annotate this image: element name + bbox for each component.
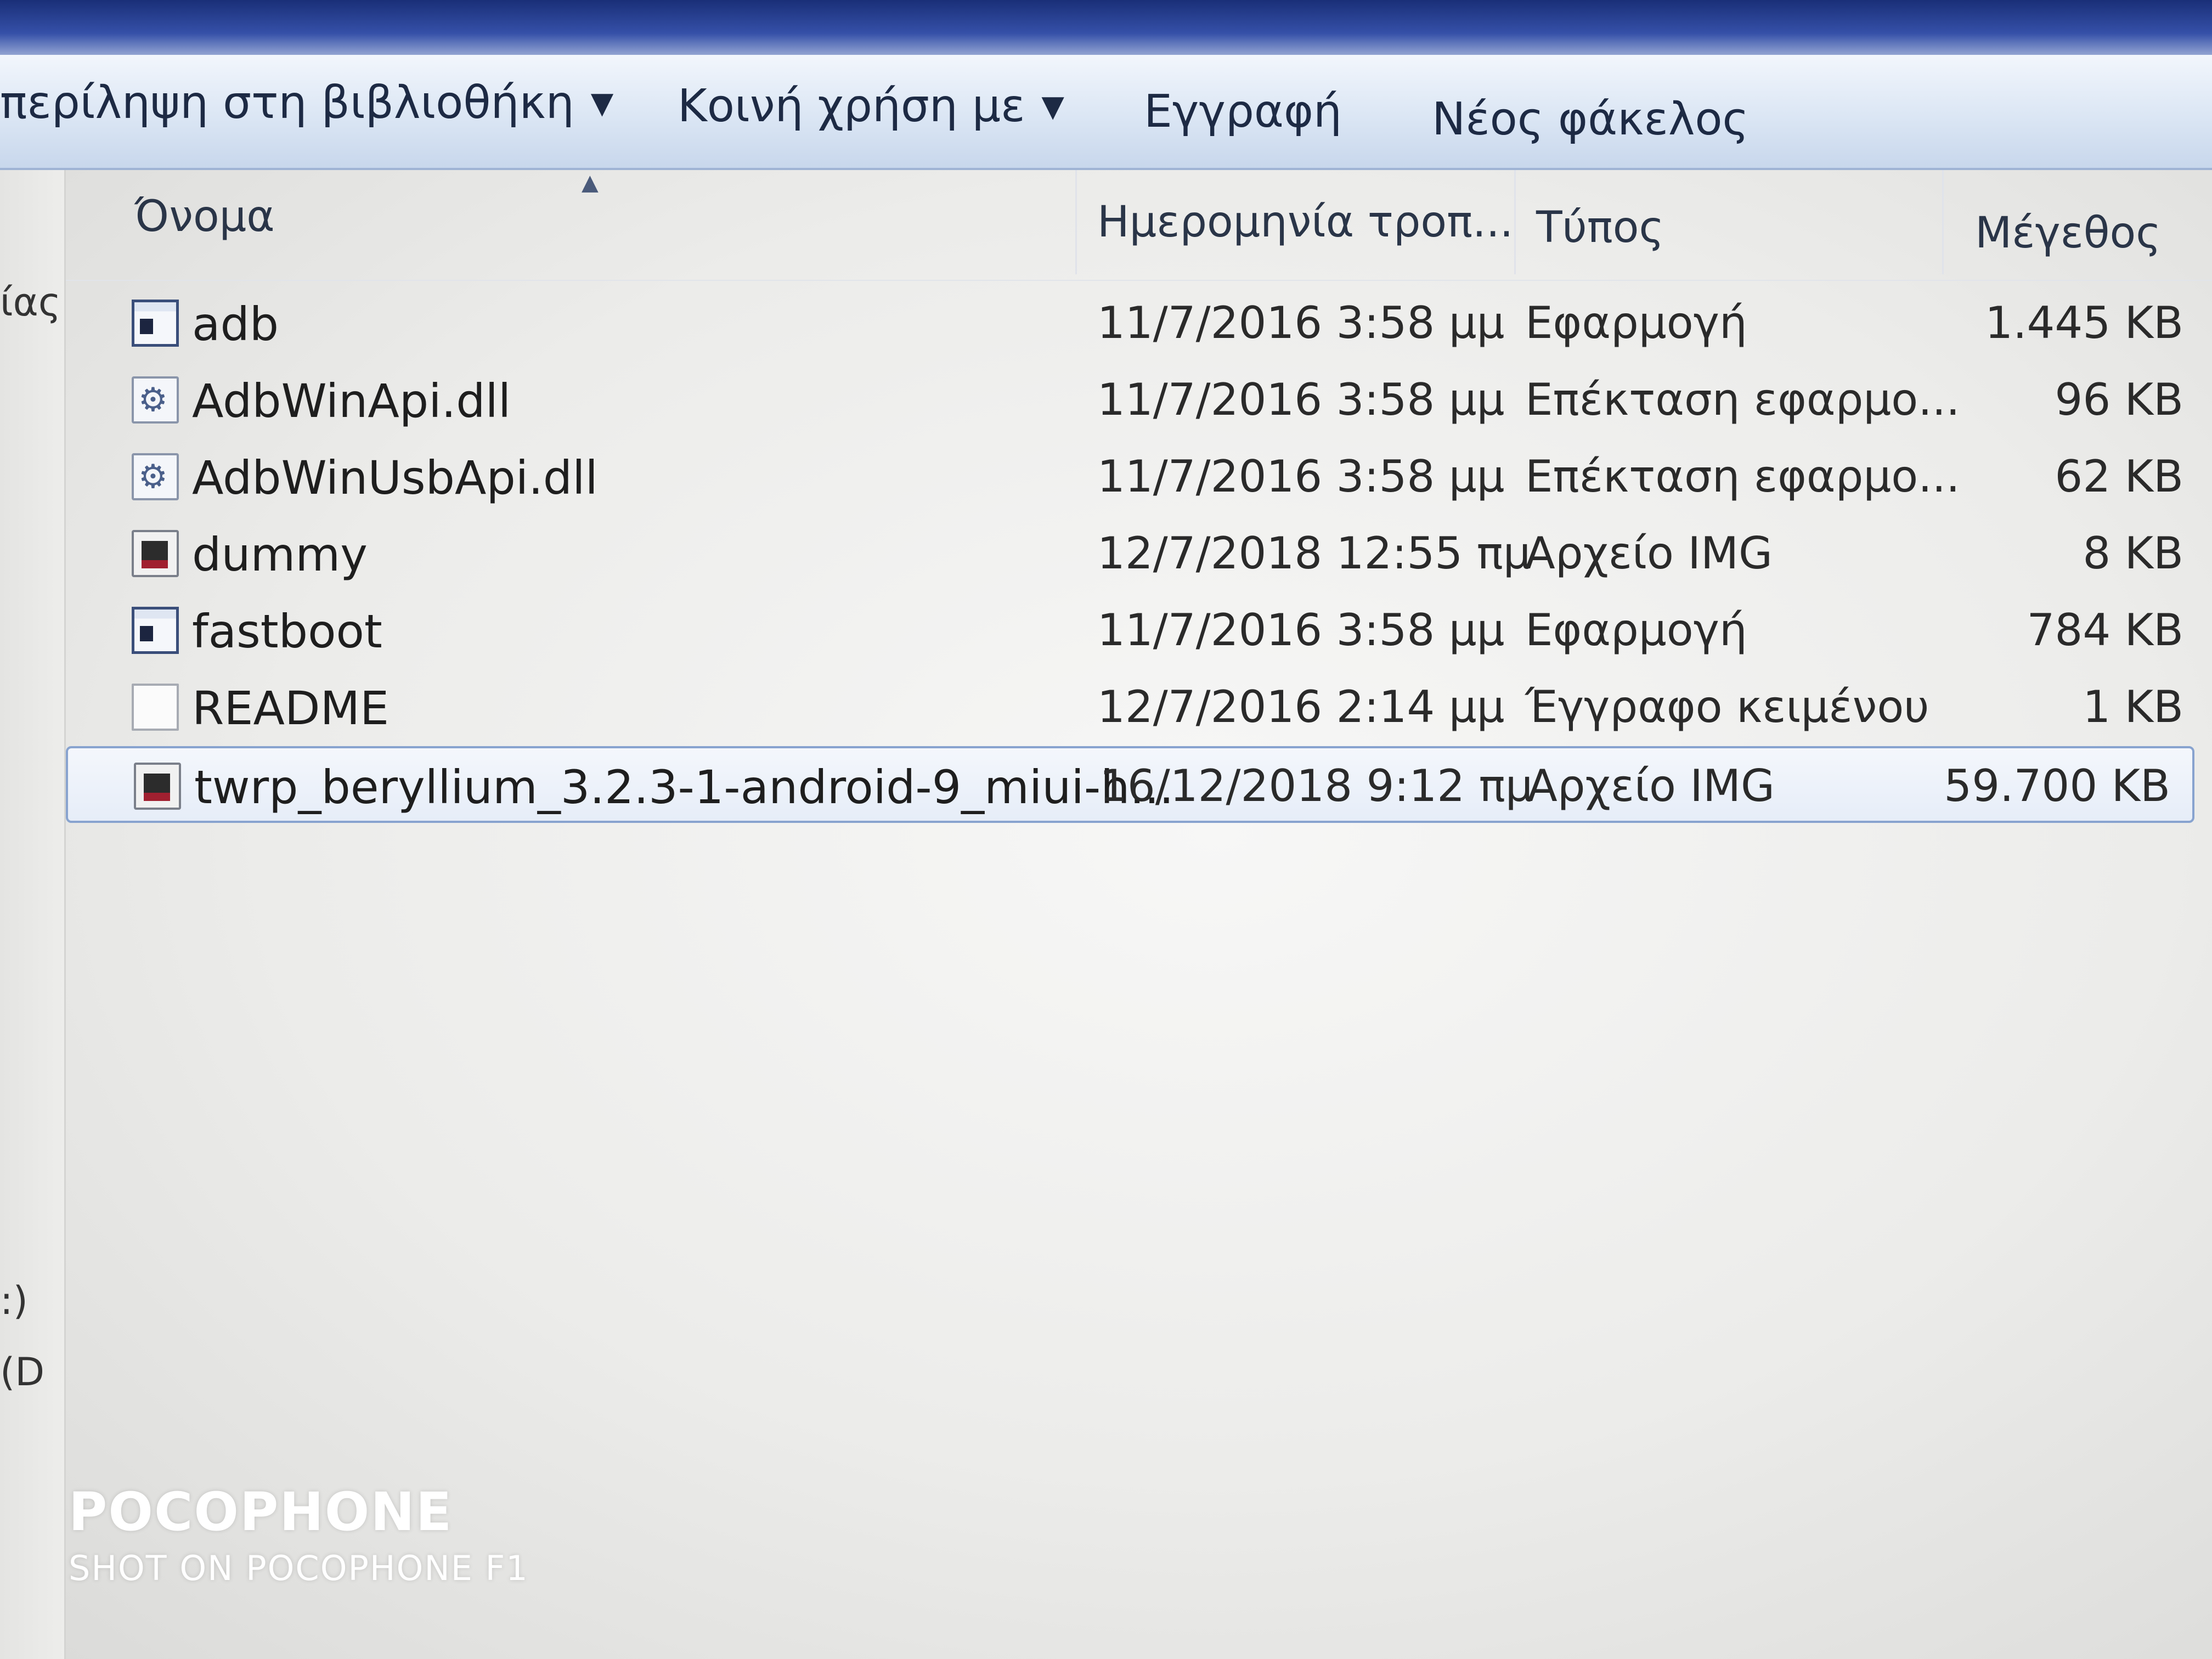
file-name: fastboot <box>192 605 382 658</box>
watermark-brand: POCOPHONE <box>69 1481 453 1543</box>
file-row-twrp-selected[interactable]: twrp_beryllium_3.2.3-1-android-9_miui-h.… <box>66 746 2194 823</box>
chevron-down-icon: ▼ <box>590 86 614 120</box>
dll-file-icon <box>132 376 179 424</box>
file-size: 96 KB <box>2055 374 2183 425</box>
img-file-icon <box>132 530 179 577</box>
file-type: Αρχείο IMG <box>1525 528 1773 579</box>
column-divider[interactable] <box>1514 170 1516 274</box>
file-type: Εφαρμογή <box>1525 605 1747 656</box>
file-row-fastboot[interactable]: fastboot 11/7/2016 3:58 μμ Εφαρμογή 784 … <box>66 592 2205 669</box>
application-icon <box>132 607 179 654</box>
command-bar: περίληψη στη βιβλιοθήκη ▼ Κοινή χρήση με… <box>0 55 2212 170</box>
file-size: 1 KB <box>2083 681 2183 732</box>
application-icon <box>132 300 179 347</box>
burn-button[interactable]: Εγγραφή <box>1144 86 1342 138</box>
file-date: 11/7/2016 3:58 μμ <box>1097 297 1505 348</box>
file-type: Αρχείο IMG <box>1527 760 1775 811</box>
nav-drive-d[interactable]: (D <box>0 1350 44 1395</box>
column-header-type[interactable]: Τύπος <box>1536 203 1664 252</box>
file-row-adbwinapi[interactable]: AdbWinApi.dll 11/7/2016 3:58 μμ Επέκταση… <box>66 362 2205 439</box>
file-type: Επέκταση εφαρμο... <box>1525 374 1960 425</box>
file-row-readme[interactable]: README 12/7/2016 2:14 μμ Έγγραφο κειμένο… <box>66 669 2205 746</box>
nav-item[interactable]: ίας <box>0 280 61 325</box>
file-size: 8 KB <box>2083 528 2183 579</box>
file-name: AdbWinApi.dll <box>192 374 511 428</box>
file-date: 12/7/2016 2:14 μμ <box>1097 681 1505 732</box>
sort-ascending-icon: ▲ <box>582 170 599 195</box>
navigation-pane: ίας :) (D <box>0 170 66 1659</box>
include-in-library-label: περίληψη στη βιβλιοθήκη <box>0 77 574 129</box>
new-folder-button[interactable]: Νέος φάκελος <box>1432 93 1749 145</box>
new-folder-label: Νέος φάκελος <box>1432 93 1749 145</box>
column-header-row: ▲ Όνομα Ημερομηνία τροπ... Τύπος Μέγεθος <box>66 170 2212 281</box>
column-header-name[interactable]: Όνομα <box>134 192 275 241</box>
column-divider[interactable] <box>1075 170 1077 274</box>
file-date: 12/7/2018 12:55 πμ <box>1097 528 1531 579</box>
file-name: adb <box>192 297 279 351</box>
file-date: 11/7/2016 3:58 μμ <box>1097 605 1505 656</box>
file-type: Επέκταση εφαρμο... <box>1525 451 1960 502</box>
img-file-icon <box>134 763 181 810</box>
file-date: 16/12/2018 9:12 πμ <box>1099 760 1533 811</box>
file-size: 784 KB <box>2027 605 2183 656</box>
file-list: adb 11/7/2016 3:58 μμ Εφαρμογή 1.445 KB … <box>66 285 2212 823</box>
share-with-button[interactable]: Κοινή χρήση με ▼ <box>678 80 1064 132</box>
column-header-date-modified[interactable]: Ημερομηνία τροπ... <box>1097 198 1513 247</box>
dll-file-icon <box>132 453 179 500</box>
camera-watermark: POCOPHONE SHOT ON POCOPHONE F1 <box>69 1481 529 1588</box>
chevron-down-icon: ▼ <box>1041 89 1064 123</box>
file-name: AdbWinUsbApi.dll <box>192 451 598 505</box>
share-with-label: Κοινή χρήση με <box>678 80 1025 132</box>
file-size: 62 KB <box>2055 451 2183 502</box>
nav-drive-c[interactable]: :) <box>0 1278 28 1323</box>
file-size: 59.700 KB <box>1944 760 2170 811</box>
file-type: Έγγραφο κειμένου <box>1525 681 1929 732</box>
file-row-adb[interactable]: adb 11/7/2016 3:58 μμ Εφαρμογή 1.445 KB <box>66 285 2205 362</box>
file-date: 11/7/2016 3:58 μμ <box>1097 451 1505 502</box>
file-row-dummy[interactable]: dummy 12/7/2018 12:55 πμ Αρχείο IMG 8 KB <box>66 516 2205 592</box>
file-date: 11/7/2016 3:58 μμ <box>1097 374 1505 425</box>
file-size: 1.445 KB <box>1985 297 2183 348</box>
text-file-icon <box>132 684 179 731</box>
include-in-library-button[interactable]: περίληψη στη βιβλιοθήκη ▼ <box>0 77 613 129</box>
column-header-size[interactable]: Μέγεθος <box>1975 208 2161 258</box>
window-title-bar <box>0 0 2212 60</box>
file-name: README <box>192 681 390 735</box>
watermark-subtitle: SHOT ON POCOPHONE F1 <box>69 1548 529 1588</box>
file-row-adbwinusbapi[interactable]: AdbWinUsbApi.dll 11/7/2016 3:58 μμ Επέκτ… <box>66 439 2205 516</box>
column-divider[interactable] <box>1942 170 1944 274</box>
file-name: twrp_beryllium_3.2.3-1-android-9_miui-h.… <box>194 760 1174 814</box>
file-name: dummy <box>192 528 368 582</box>
burn-label: Εγγραφή <box>1144 86 1342 138</box>
file-type: Εφαρμογή <box>1525 297 1747 348</box>
